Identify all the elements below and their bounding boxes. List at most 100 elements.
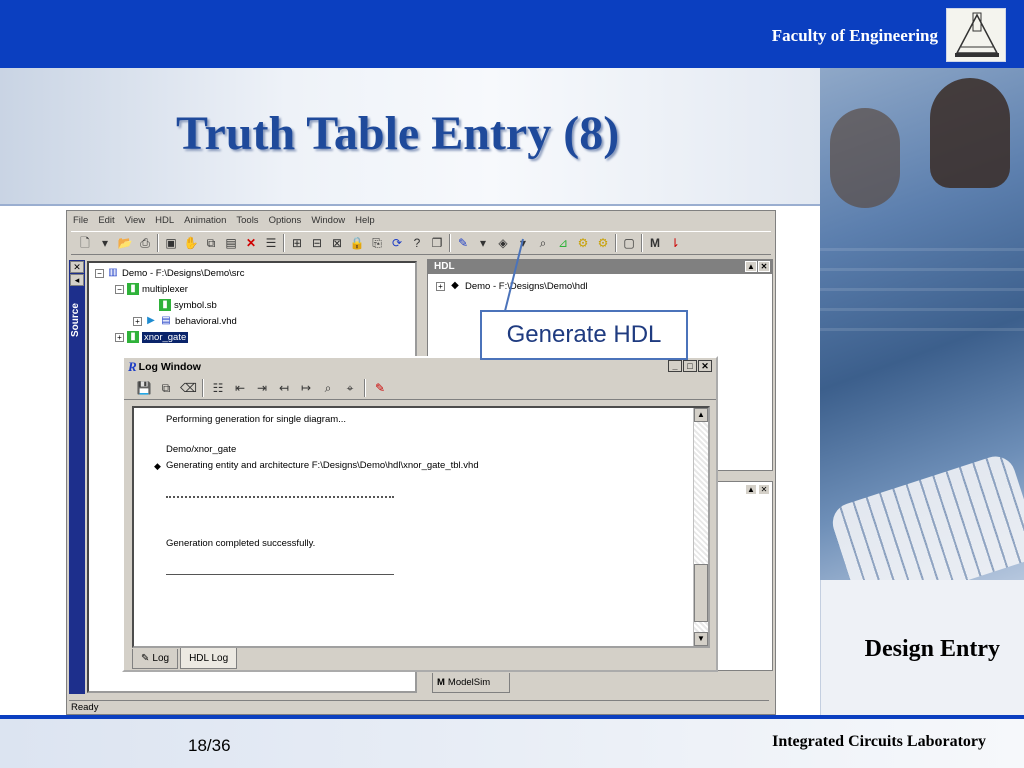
print-icon[interactable]: ⎙ xyxy=(137,235,153,251)
refresh-icon[interactable]: ⟳ xyxy=(389,235,405,251)
window-icon[interactable]: ❐ xyxy=(429,235,445,251)
filter-icon[interactable]: ☷ xyxy=(210,380,226,396)
faculty-label: Faculty of Engineering xyxy=(771,26,938,45)
hdl-tree-item-root[interactable]: + ◆ Demo - F:\Designs\Demo\hdl xyxy=(436,280,587,292)
tools2-icon[interactable]: ⚙ xyxy=(595,235,611,251)
tab-modelsim[interactable]: M ModelSim xyxy=(432,673,510,693)
scrollbar-thumb[interactable] xyxy=(694,564,708,622)
menu-animation[interactable]: Animation xyxy=(184,215,226,231)
modelsim-icon: M xyxy=(437,677,445,688)
compile-icon[interactable]: ◈ xyxy=(495,235,511,251)
pin-icon[interactable]: ✎ xyxy=(372,380,388,396)
minimize-icon[interactable]: _ xyxy=(668,360,682,372)
open-folder-icon[interactable]: 📂 xyxy=(117,235,133,251)
dropdown-icon[interactable]: ▾ xyxy=(97,235,113,251)
add-view-icon[interactable]: ⊟ xyxy=(309,235,325,251)
log-scrollbar[interactable]: ▲ ▼ xyxy=(693,408,708,646)
app-logo-icon: R xyxy=(128,359,137,374)
monitor-icon[interactable]: ▢ xyxy=(621,235,637,251)
design-unit-icon: ▮ xyxy=(127,283,139,295)
menu-tools[interactable]: Tools xyxy=(236,215,258,231)
slide-title: Truth Table Entry (8) xyxy=(176,107,620,160)
tree-item-symbol[interactable]: ▮ symbol.sb xyxy=(159,299,217,311)
menu-options[interactable]: Options xyxy=(269,215,302,231)
next-error-icon[interactable]: ⇥ xyxy=(254,380,270,396)
toolbar-separator xyxy=(202,378,204,397)
maximize-icon[interactable]: □ xyxy=(683,360,697,372)
help-doc-icon[interactable]: ? xyxy=(409,235,425,251)
tools-icon[interactable]: ⚙ xyxy=(575,235,591,251)
menu-help[interactable]: Help xyxy=(355,215,375,231)
copy-icon[interactable]: ⧉ xyxy=(203,235,219,251)
maximize-icon[interactable]: ▲ xyxy=(745,261,757,272)
add-block-icon[interactable]: ⊠ xyxy=(329,235,345,251)
menu-hdl[interactable]: HDL xyxy=(155,215,174,231)
prev-warning-icon[interactable]: ↤ xyxy=(276,380,292,396)
close-icon[interactable]: ✕ xyxy=(758,261,770,272)
hand-icon[interactable]: ✋ xyxy=(183,235,199,251)
toolbar-separator xyxy=(283,234,285,252)
menu-file[interactable]: File xyxy=(73,215,88,231)
copy-icon[interactable]: ⧉ xyxy=(158,380,174,396)
log-window-titlebar[interactable]: R Log Window _ □ ✕ xyxy=(124,358,716,376)
log-window-title: Log Window xyxy=(138,361,201,373)
main-toolbar: 🗋 ▾ 📂 ⎙ ▣ ✋ ⧉ ▤ ✕ ☰ ⊞ ⊟ ⊠ 🔒 ⎘ ⟳ ? ❐ ✎ ▾ … xyxy=(71,231,771,255)
close-icon[interactable]: ✕ xyxy=(698,360,712,372)
generate-hdl-icon[interactable]: ✎ xyxy=(455,235,471,251)
add-file-icon[interactable]: ⊞ xyxy=(289,235,305,251)
bullet-icon: ◆ xyxy=(154,461,161,471)
dropdown-icon[interactable]: ▾ xyxy=(515,235,531,251)
new-icon[interactable]: 🗋 xyxy=(77,235,93,251)
scroll-up-icon[interactable]: ▲ xyxy=(694,408,708,422)
tree-item-behavioral[interactable]: + ▶ ▤ behavioral.vhd xyxy=(133,315,237,327)
tab-hdl-log[interactable]: HDL Log xyxy=(180,648,238,669)
menu-edit[interactable]: Edit xyxy=(98,215,114,231)
hierarchy-icon[interactable]: ⊿ xyxy=(555,235,571,251)
tree-root-label: Demo - F:\Designs\Demo\src xyxy=(122,267,245,279)
source-label: Source xyxy=(70,303,81,337)
decorative-photo xyxy=(820,68,1024,580)
prev-error-icon[interactable]: ⇤ xyxy=(232,380,248,396)
modelsim-icon[interactable]: M xyxy=(647,235,663,251)
toolbar-separator xyxy=(641,234,643,252)
close-icon[interactable]: ✕ xyxy=(758,484,770,495)
menu-window[interactable]: Window xyxy=(311,215,345,231)
menu-bar: File Edit View HDL Animation Tools Optio… xyxy=(67,211,775,231)
scroll-down-icon[interactable]: ▼ xyxy=(694,632,708,646)
delete-icon[interactable]: ✕ xyxy=(243,235,259,251)
close-icon[interactable]: ✕ xyxy=(70,261,84,273)
title-divider xyxy=(0,204,820,206)
next-warning-icon[interactable]: ↦ xyxy=(298,380,314,396)
find-next-icon[interactable]: ⌖ xyxy=(342,380,358,396)
package-icon[interactable]: ▣ xyxy=(163,235,179,251)
tree-item-multiplexer[interactable]: − ▮ multiplexer xyxy=(115,283,188,295)
collapse-toggle-icon[interactable]: − xyxy=(95,268,104,278)
eraser-icon[interactable]: ⌫ xyxy=(180,380,197,396)
save-icon[interactable]: 💾 xyxy=(136,380,152,396)
expand-toggle-icon[interactable]: + xyxy=(115,332,124,342)
toolbar-separator xyxy=(615,234,617,252)
tab-log[interactable]: ✎ Log xyxy=(132,649,179,669)
tab-hdl-log-label: HDL Log xyxy=(189,652,229,664)
log-tabs: ✎ Log HDL Log xyxy=(132,648,238,669)
find-icon[interactable]: ⌕ xyxy=(320,380,336,396)
collapse-toggle-icon[interactable]: − xyxy=(115,284,124,294)
synthesis-icon[interactable]: ⇂ xyxy=(667,235,683,251)
dropdown-icon[interactable]: ▾ xyxy=(475,235,491,251)
properties-icon[interactable]: ☰ xyxy=(263,235,279,251)
search-icon[interactable]: ⌕ xyxy=(535,235,551,251)
tree-item-xnor-gate[interactable]: + ▮ xnor_gate xyxy=(115,331,189,343)
expand-toggle-icon[interactable]: + xyxy=(436,281,445,291)
play-icon: ▶ xyxy=(147,315,155,326)
maximize-icon[interactable]: ▲ xyxy=(745,484,757,495)
checkout-icon[interactable]: ⎘ xyxy=(369,235,385,251)
log-window: R Log Window _ □ ✕ 💾 ⧉ ⌫ ☷ ⇤ ⇥ ↤ ↦ ⌕ ⌖ ✎… xyxy=(122,356,718,672)
expand-toggle-icon[interactable]: + xyxy=(133,316,142,326)
lock-icon[interactable]: 🔒 xyxy=(349,235,365,251)
menu-view[interactable]: View xyxy=(125,215,145,231)
log-toolbar: 💾 ⧉ ⌫ ☷ ⇤ ⇥ ↤ ↦ ⌕ ⌖ ✎ xyxy=(124,376,716,400)
tree-item-root[interactable]: − ▥ Demo - F:\Designs\Demo\src xyxy=(95,267,244,279)
library-icon: ▥ xyxy=(108,267,118,278)
paste-icon[interactable]: ▤ xyxy=(223,235,239,251)
collapse-icon[interactable]: ◂ xyxy=(70,274,84,286)
